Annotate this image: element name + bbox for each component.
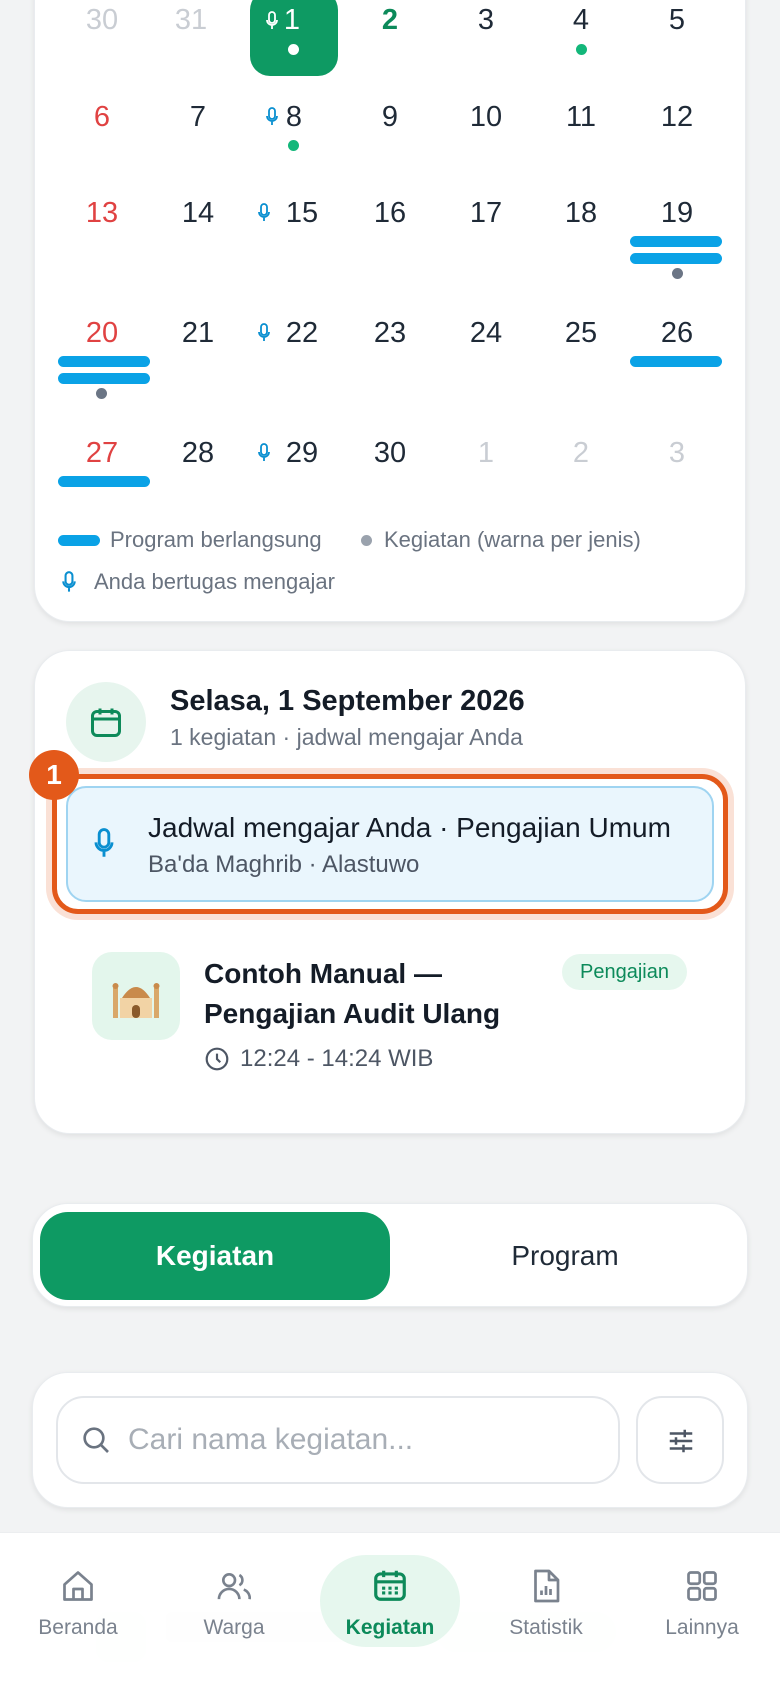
event-time: 12:24 - 14:24 WIB (240, 1045, 434, 1072)
calendar-day[interactable]: 30 (54, 3, 150, 37)
nav-item-beranda[interactable]: Beranda (8, 1550, 148, 1650)
legend-program-label: Program berlangsung (110, 527, 322, 552)
nav-label: Warga (203, 1616, 265, 1639)
calendar-day[interactable]: 18 (533, 196, 629, 230)
calendar-day[interactable]: 10 (438, 100, 534, 134)
report-icon (534, 1569, 560, 1603)
microphone-icon (258, 443, 270, 461)
nav-item-kegiatan[interactable]: Kegiatan (320, 1550, 460, 1650)
legend-program-swatch (58, 535, 100, 546)
calendar-day[interactable]: 12 (629, 100, 725, 134)
nav-item-statistik[interactable]: Statistik (476, 1550, 616, 1650)
home-icon (63, 1571, 93, 1601)
calendar-day[interactable]: 21 (150, 316, 246, 350)
selected-date-subtitle: 1 kegiatan · jadwal mengajar Anda (170, 724, 523, 750)
activity-dot (672, 268, 683, 279)
tab-program[interactable]: Program (390, 1212, 740, 1300)
legend-activity-label: Kegiatan (warna per jenis) (384, 527, 641, 552)
calendar-day[interactable]: 8 (246, 100, 342, 134)
search-input[interactable] (128, 1418, 608, 1462)
calendar-day[interactable]: 6 (54, 100, 150, 134)
nav-label: Beranda (38, 1616, 118, 1639)
calendar-day[interactable]: 23 (342, 316, 438, 350)
calendar-day[interactable]: 14 (150, 196, 246, 230)
calendar-day[interactable]: 19 (629, 196, 725, 230)
teaching-schedule-item[interactable] (66, 786, 714, 902)
calendar-day[interactable]: 31 (143, 3, 239, 37)
filter-sliders-icon (669, 1429, 693, 1453)
calendar-day[interactable]: 3 (629, 436, 725, 470)
program-bar (630, 236, 722, 247)
event-title[interactable]: Contoh Manual — Pengajian Audit Ulang (204, 954, 524, 1034)
calendar-day[interactable]: 9 (342, 100, 438, 134)
filter-button[interactable] (636, 1396, 724, 1484)
calendar-day[interactable]: 30 (342, 436, 438, 470)
clock-icon (205, 1047, 229, 1071)
calendar-icon-badge (66, 682, 146, 762)
program-bar (58, 356, 150, 367)
calendar-day[interactable]: 5 (629, 3, 725, 37)
nav-label: Statistik (509, 1616, 583, 1639)
calendar-day-today[interactable]: 2 (342, 3, 438, 37)
calendar-day[interactable]: 3 (438, 3, 534, 37)
mosque-icon (112, 983, 160, 1018)
calendar-day[interactable]: 20 (54, 316, 150, 350)
grid-icon (687, 1571, 717, 1601)
activity-dot (96, 388, 107, 399)
activity-dot (288, 44, 299, 55)
nav-label: Lainnya (665, 1616, 739, 1639)
calendar-day[interactable]: 27 (54, 436, 150, 470)
microphone-icon (266, 11, 278, 29)
calendar-day[interactable]: 2 (533, 436, 629, 470)
category-badge: Pengajian (562, 954, 687, 990)
microphone-icon (258, 323, 270, 341)
selected-date-title: Selasa, 1 September 2026 (170, 685, 525, 717)
program-bar (58, 373, 150, 384)
program-bar (630, 356, 722, 367)
calendar-day[interactable]: 16 (342, 196, 438, 230)
calendar-day[interactable]: 28 (150, 436, 246, 470)
microphone-icon (266, 107, 278, 125)
event-item-icon (92, 952, 180, 1040)
calendar-day[interactable]: 4 (533, 3, 629, 37)
microphone-icon (62, 571, 76, 592)
calendar-day[interactable]: 24 (438, 316, 534, 350)
search-icon (83, 1427, 109, 1453)
program-bar (630, 253, 722, 264)
tab-kegiatan[interactable]: Kegiatan (40, 1212, 390, 1300)
calendar-icon (374, 1570, 406, 1601)
calendar-day-selected[interactable]: 1 (252, 3, 332, 37)
microphone-icon (258, 203, 270, 221)
activity-dot (288, 140, 299, 151)
microphone-icon (94, 828, 114, 857)
legend-activity-dot (361, 535, 372, 546)
program-bar (58, 476, 150, 487)
calendar-day[interactable]: 25 (533, 316, 629, 350)
step-number-badge: 1 (29, 750, 79, 800)
activity-dot (576, 44, 587, 55)
calendar-day[interactable]: 13 (54, 196, 150, 230)
calendar-day[interactable]: 26 (629, 316, 725, 350)
nav-item-lainnya[interactable]: Lainnya (632, 1550, 772, 1650)
calendar-day[interactable]: 1 (438, 436, 534, 470)
nav-label: Kegiatan (345, 1616, 435, 1639)
legend-teaching-label: Anda bertugas mengajar (94, 569, 335, 594)
teaching-title: Jadwal mengajar Anda · Pengajian Umum (148, 812, 671, 843)
calendar-day[interactable]: 7 (150, 100, 246, 134)
nav-item-warga[interactable]: Warga (164, 1550, 304, 1650)
calendar-day[interactable]: 17 (438, 196, 534, 230)
calendar-icon (91, 708, 121, 737)
teaching-subtitle: Ba'da Maghrib · Alastuwo (148, 851, 420, 878)
calendar-day[interactable]: 11 (533, 100, 629, 134)
users-icon (217, 1572, 251, 1600)
